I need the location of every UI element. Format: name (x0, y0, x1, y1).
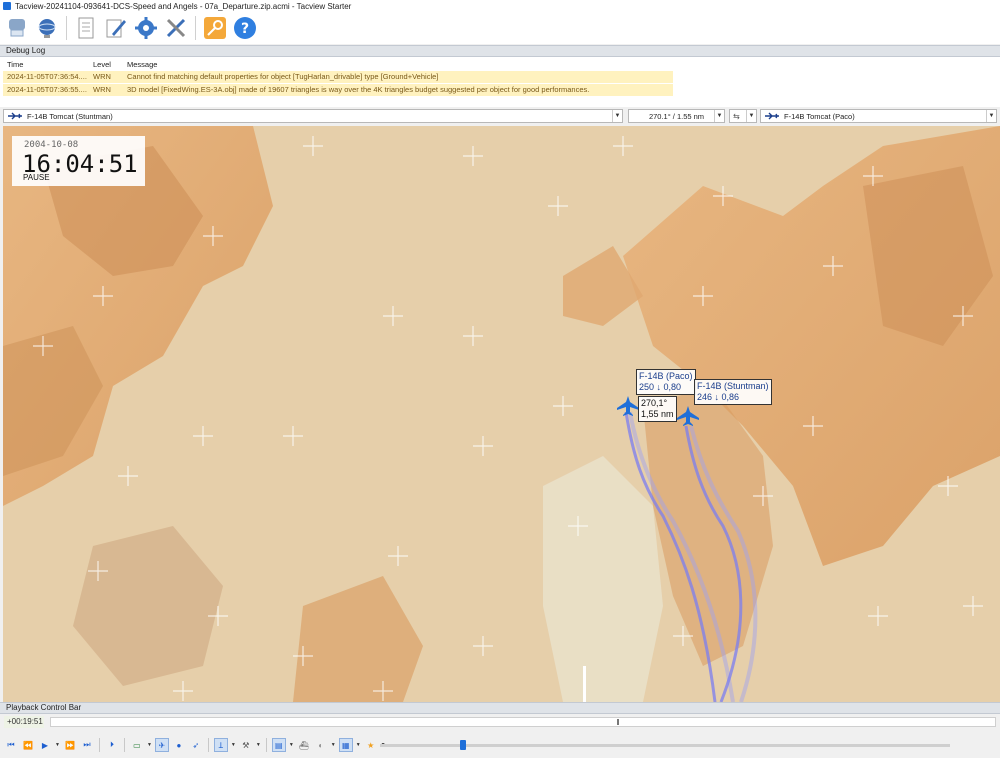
runway-marker (583, 666, 586, 702)
open-recording-icon[interactable] (4, 15, 30, 41)
timeline-thumb[interactable] (617, 719, 619, 725)
toolbar-separator (195, 16, 196, 40)
debug-log-header: Debug Log (0, 45, 1000, 57)
chevron-down-icon[interactable]: ▼ (714, 110, 724, 122)
fast-forward-icon[interactable]: ⏩ (63, 738, 77, 752)
label-bra-range: 1,55 nm (641, 409, 674, 419)
label-paco-data: 250 ↓ 0,80 (639, 382, 682, 392)
svg-text:?: ? (241, 21, 249, 37)
bearing-range-select[interactable]: 270.1° / 1.55 nm ▼ (628, 109, 725, 123)
globe-icon[interactable] (34, 15, 60, 41)
column-message[interactable]: Message (127, 59, 673, 71)
step-frame-icon[interactable]: ⏵ (105, 738, 119, 752)
controls-separator (207, 738, 209, 752)
help-icon[interactable]: ? (232, 15, 258, 41)
bearing-range-label: 270.1° / 1.55 nm (648, 111, 705, 121)
log-time: 2024-11-05T07:36:55.... (7, 85, 87, 94)
column-time[interactable]: Time (3, 59, 93, 71)
log-level: WRN (93, 85, 111, 94)
chevron-down-icon[interactable]: ▼ (55, 742, 60, 748)
terrain-map (3, 126, 1000, 702)
controls-separator (98, 738, 100, 752)
chevron-down-icon[interactable]: ▼ (147, 742, 152, 748)
layout-icon[interactable]: ▦ (338, 738, 353, 752)
timeline-slider[interactable] (50, 717, 996, 727)
chevron-down-icon[interactable]: ▼ (986, 110, 996, 122)
tools-icon[interactable] (163, 15, 189, 41)
main-toolbar: ? (0, 12, 1000, 44)
star-icon[interactable]: ★ (364, 738, 378, 752)
label-stuntman-name: F-14B (Stuntman) (697, 381, 769, 391)
label-paco-name: F-14B (Paco) (639, 371, 693, 381)
play-icon[interactable]: ▶ (38, 738, 52, 752)
secondary-object-label: F-14B Tomcat (Paco) (784, 111, 855, 121)
label-stuntman-data: 246 ↓ 0,86 (697, 392, 740, 402)
map-viewport[interactable]: 2004-10-08 16:04:51 PAUSE F-14B (Paco) 2… (3, 126, 1000, 702)
replay-clock: 2004-10-08 16:04:51 PAUSE (12, 136, 145, 186)
log-time: 2024-11-05T07:36:54.... (7, 72, 87, 81)
gear-icon[interactable] (133, 15, 159, 41)
window-title: Tacview-20241104-093641-DCS-Speed and An… (15, 1, 352, 11)
log-message: 3D model [FixedWing.ES-3A.obj] made of 1… (127, 85, 590, 94)
toolbar-separator (66, 16, 67, 40)
label-bra-bearing: 270,1° (641, 398, 668, 408)
chevron-down-icon[interactable]: ▼ (356, 742, 361, 748)
camera-view-icon[interactable]: ▭ (130, 738, 144, 752)
sphere-layer-icon[interactable]: ◐ (314, 738, 328, 752)
relation-mode-select[interactable]: ⇆ ▼ (729, 109, 757, 123)
controls-separator (123, 738, 125, 752)
log-row[interactable]: 2024-11-05T07:36:54.... WRN Cannot find … (3, 71, 673, 83)
clock-date: 2004-10-08 (24, 140, 79, 150)
secondary-object-select[interactable]: F-14B Tomcat (Paco) ▼ (760, 109, 997, 123)
log-row[interactable]: 2024-11-05T07:36:55.... WRN 3D model [Fi… (3, 84, 673, 96)
label-bra: 270,1° 1,55 nm (638, 396, 677, 422)
chevron-down-icon[interactable]: ▼ (256, 742, 261, 748)
chevron-down-icon[interactable]: ▼ (231, 742, 236, 748)
playback-speed-slider[interactable] (380, 740, 950, 750)
map-layer-icon[interactable]: ▤ (271, 738, 286, 752)
aircraft-view-icon[interactable]: ✈ (154, 738, 169, 752)
debug-log-column-headers: Time Level Message (3, 59, 673, 71)
chevron-down-icon[interactable]: ▼ (331, 742, 336, 748)
playback-control-bar: +00:19:51 ⏮ ⏪ ▶ ▼ ⏩ ⏭ ⏵ ▭ ▼ ✈ ● ➶ Ʇ ▼ ⚒ ▼ ▤ ▼… (0, 714, 1000, 758)
globe-view-icon[interactable]: ● (172, 738, 186, 752)
document-icon[interactable] (73, 15, 99, 41)
missile-view-icon[interactable]: ➶ (189, 738, 203, 752)
chevron-down-icon[interactable]: ▼ (746, 110, 756, 122)
aircraft-icon (765, 112, 779, 120)
primary-object-label: F-14B Tomcat (Stuntman) (27, 111, 113, 121)
chevron-down-icon[interactable]: ▼ (612, 110, 622, 122)
label-paco[interactable]: F-14B (Paco) 250 ↓ 0,80 (636, 369, 696, 395)
key-icon[interactable] (202, 15, 228, 41)
log-message: Cannot find matching default properties … (127, 72, 439, 81)
debug-log-panel: Time Level Message 2024-11-05T07:36:54..… (0, 57, 1000, 107)
labels-toggle-icon[interactable]: Ʇ (213, 738, 228, 752)
primary-object-select[interactable]: F-14B Tomcat (Stuntman) ▼ (3, 109, 623, 123)
fast-rewind-icon[interactable]: ⏪ (21, 738, 35, 752)
title-bar: Tacview-20241104-093641-DCS-Speed and An… (0, 0, 1000, 12)
aircraft-icon (8, 112, 22, 120)
playback-control-bar-header: Playback Control Bar (0, 702, 1000, 714)
app-icon (3, 2, 11, 10)
go-to-end-icon[interactable]: ⏭ (80, 738, 94, 752)
measure-tool-icon[interactable]: ⚒ (239, 738, 253, 752)
pen-icon[interactable] (103, 15, 129, 41)
controls-separator (265, 738, 267, 752)
playback-state: PAUSE (23, 173, 50, 182)
log-level: WRN (93, 72, 111, 81)
relation-icon: ⇆ (733, 111, 740, 121)
go-to-start-icon[interactable]: ⏮ (4, 738, 18, 752)
label-stuntman[interactable]: F-14B (Stuntman) 246 ↓ 0,86 (694, 379, 772, 405)
playback-controls: ⏮ ⏪ ▶ ▼ ⏩ ⏭ ⏵ ▭ ▼ ✈ ● ➶ Ʇ ▼ ⚒ ▼ ▤ ▼ ⛴ ◐ ▼ ▦ ▼ ★… (4, 736, 386, 754)
ship-layer-icon[interactable]: ⛴ (297, 738, 311, 752)
column-level[interactable]: Level (93, 59, 127, 71)
playback-speed-thumb[interactable] (460, 740, 466, 750)
chevron-down-icon[interactable]: ▼ (289, 742, 294, 748)
object-selector-bar: F-14B Tomcat (Stuntman) ▼ 270.1° / 1.55 … (0, 107, 1000, 125)
elapsed-time: +00:19:51 (4, 716, 44, 728)
